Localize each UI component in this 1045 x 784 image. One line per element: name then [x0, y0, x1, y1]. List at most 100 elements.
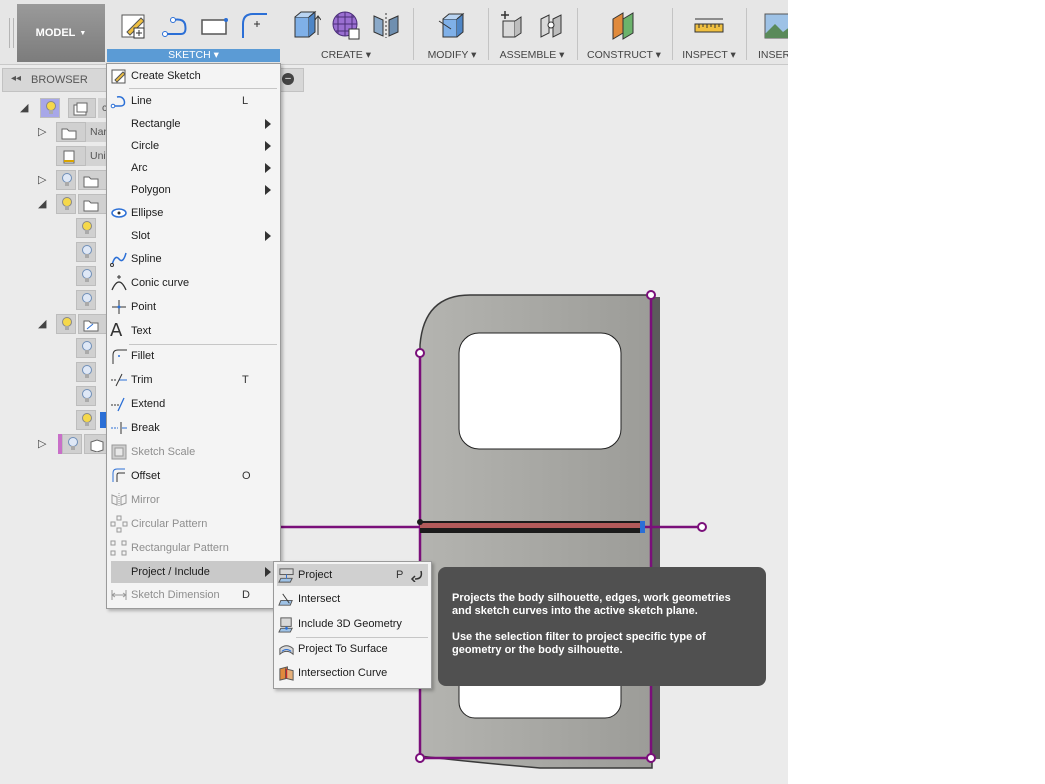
offset-plane-icon[interactable] [608, 8, 640, 42]
menu-item-arc[interactable]: Arc [107, 157, 280, 179]
tree-row-child[interactable] [76, 338, 110, 358]
line-tool-icon[interactable] [158, 8, 190, 42]
toolbar-label-construct[interactable]: CONSTRUCT ▾ [582, 49, 666, 61]
menu-item-mirror[interactable]: Mirror [107, 489, 280, 511]
new-component-icon[interactable] [496, 8, 528, 42]
toolbar: MODEL ▼ SKETCH ▾ CREATE ▾ MODIFY ▾ ASSEM… [0, 0, 788, 65]
fillet-tool-icon[interactable] [238, 8, 270, 42]
tree-row-named-views[interactable]: ▷ Nar [0, 122, 110, 142]
menu-item-text[interactable]: A Text [107, 320, 280, 342]
menu-item-create-sketch[interactable]: Create Sketch [107, 65, 280, 87]
tooltip-description: Projects the body silhouette, edges, wor… [452, 592, 731, 617]
collapse-triangle-icon[interactable]: ▷ [38, 437, 46, 450]
menu-item-rectangular-pattern[interactable]: Rectangular Pattern [107, 537, 280, 559]
toolbar-label-create[interactable]: CREATE ▾ [286, 49, 406, 61]
visibility-bulb-off-icon[interactable] [76, 386, 96, 406]
visibility-bulb-icon[interactable] [76, 218, 96, 238]
visibility-bulb-icon[interactable] [56, 314, 76, 334]
menu-item-ellipse[interactable]: Ellipse [107, 202, 280, 224]
workspace-switcher-button[interactable]: MODEL ▼ [17, 4, 105, 62]
tree-row-child[interactable] [76, 362, 110, 382]
tree-row-child[interactable] [76, 218, 110, 238]
visibility-bulb-off-icon[interactable] [76, 266, 96, 286]
toolbar-group-create[interactable]: CREATE ▾ [286, 4, 406, 64]
menu-item-conic-curve[interactable]: Conic curve [107, 272, 280, 294]
close-panel-icon[interactable]: – [282, 73, 294, 85]
toolbar-group-insert[interactable]: INSERT [752, 4, 788, 64]
toolbar-grip[interactable] [9, 18, 14, 48]
menu-item-break[interactable]: Break [107, 417, 280, 439]
menu-item-point[interactable]: Point [107, 296, 280, 318]
rectangle-tool-icon[interactable] [198, 8, 230, 42]
submenu-item-intersect[interactable]: Intersect [274, 588, 431, 610]
tree-row-child[interactable] [76, 290, 110, 310]
expand-triangle-icon[interactable]: ◢ [20, 101, 28, 114]
visibility-bulb-icon[interactable] [56, 194, 76, 214]
menu-item-circular-pattern[interactable]: Circular Pattern [107, 513, 280, 535]
visibility-bulb-off-icon[interactable] [62, 434, 82, 454]
menu-item-circle[interactable]: Circle [107, 135, 280, 157]
tree-row-units[interactable]: Unit [0, 146, 110, 166]
menu-item-sketch-scale[interactable]: Sketch Scale [107, 441, 280, 463]
toolbar-group-assemble[interactable]: ASSEMBLE ▾ [493, 4, 571, 64]
submenu-item-include-3d-geometry[interactable]: Include 3D Geometry [274, 613, 431, 635]
repeat-command-icon[interactable] [410, 568, 424, 582]
visibility-bulb-icon[interactable] [40, 98, 60, 118]
visibility-bulb-off-icon[interactable] [76, 362, 96, 382]
menu-item-slot[interactable]: Slot [107, 225, 280, 247]
tree-row-folder[interactable]: ◢ [0, 314, 110, 334]
expand-triangle-icon[interactable]: ◢ [38, 197, 46, 210]
press-pull-icon[interactable] [436, 8, 468, 42]
menu-item-extend[interactable]: Extend [107, 393, 280, 415]
toolbar-label-insert[interactable]: INSERT [752, 49, 788, 61]
toolbar-label-modify[interactable]: MODIFY ▾ [420, 49, 484, 61]
tree-row-root[interactable]: ◢ c [0, 98, 110, 118]
visibility-bulb-icon[interactable] [76, 410, 96, 430]
visibility-bulb-off-icon[interactable] [76, 290, 96, 310]
menu-item-spline[interactable]: Spline [107, 248, 280, 270]
insert-image-icon[interactable] [762, 8, 788, 42]
collapse-triangle-icon[interactable]: ▷ [38, 125, 46, 138]
menu-item-trim[interactable]: Trim T [107, 369, 280, 391]
menu-item-sketch-dimension[interactable]: Sketch Dimension D [107, 584, 280, 606]
tree-row-child[interactable] [76, 386, 110, 406]
tree-row-folder[interactable]: ◢ [0, 194, 110, 214]
menu-item-polygon[interactable]: Polygon [107, 179, 280, 201]
toolbar-label-inspect[interactable]: INSPECT ▾ [677, 49, 741, 61]
tree-row-child-active[interactable] [76, 410, 110, 430]
visibility-bulb-off-icon[interactable] [76, 242, 96, 262]
tree-row-component[interactable]: ▷ [0, 434, 110, 454]
tree-row-folder[interactable]: ▷ [0, 170, 110, 190]
create-sketch-icon[interactable] [118, 8, 150, 42]
circular-pattern-icon [110, 515, 128, 533]
toolbar-group-modify[interactable]: MODIFY ▾ [420, 4, 484, 64]
extend-icon [111, 397, 125, 412]
submenu-item-project-to-surface[interactable]: Project To Surface [274, 638, 431, 660]
toolbar-group-sketch[interactable]: SKETCH ▾ [107, 4, 280, 64]
submenu-item-project[interactable]: Project P [277, 564, 428, 586]
tree-row-child[interactable] [76, 242, 110, 262]
toolbar-divider [413, 8, 414, 60]
menu-item-fillet[interactable]: Fillet [107, 345, 280, 367]
include-3d-geometry-icon [278, 617, 293, 633]
visibility-bulb-off-icon[interactable] [56, 170, 76, 190]
tree-row-child[interactable] [76, 266, 110, 286]
toolbar-group-inspect[interactable]: INSPECT ▾ [677, 4, 741, 64]
collapse-triangle-icon[interactable]: ▷ [38, 173, 46, 186]
toolbar-label-sketch[interactable]: SKETCH ▾ [107, 49, 280, 62]
menu-item-line[interactable]: Line L [107, 90, 280, 112]
menu-item-project-include[interactable]: Project / Include [111, 561, 275, 583]
menu-item-rectangle[interactable]: Rectangle [107, 113, 280, 135]
visibility-bulb-off-icon[interactable] [76, 338, 96, 358]
menu-item-offset[interactable]: Offset O [107, 465, 280, 487]
extrude-icon[interactable] [290, 8, 322, 42]
collapse-panel-icon[interactable]: ◂◂ [11, 73, 21, 84]
measure-icon[interactable] [693, 8, 725, 42]
toolbar-group-construct[interactable]: CONSTRUCT ▾ [582, 4, 666, 64]
mirror-create-icon[interactable] [370, 8, 402, 42]
form-icon[interactable] [330, 8, 362, 42]
joint-icon[interactable] [536, 8, 568, 42]
submenu-item-intersection-curve[interactable]: Intersection Curve [274, 662, 431, 684]
toolbar-label-assemble[interactable]: ASSEMBLE ▾ [493, 49, 571, 61]
expand-triangle-icon[interactable]: ◢ [38, 317, 46, 330]
